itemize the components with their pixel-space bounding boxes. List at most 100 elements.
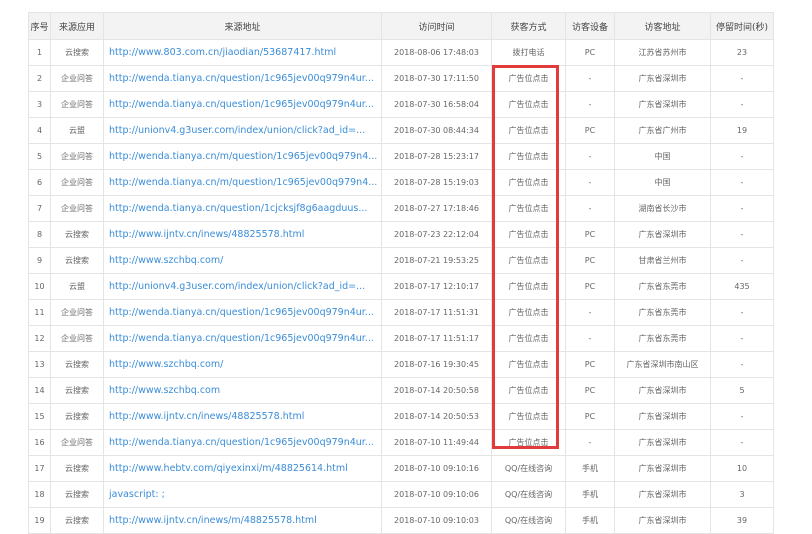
cell-index: 9 (28, 247, 51, 274)
cell-device: - (565, 65, 615, 92)
source-url-link[interactable]: http://www.ijntv.cn/inews/48825578.html (109, 411, 304, 422)
table-row: 12 企业问答 http://wenda.tianya.cn/question/1c… (28, 325, 774, 352)
cell-visitor-address: 广东省深圳市 (614, 455, 711, 482)
visitor-log-table: 序号 来源应用 来源地址 访问时间 获客方式 访客设备 访客地址 停留时间(秒)… (28, 12, 774, 534)
cell-acquisition-method: 广告位点击 (491, 429, 566, 456)
cell-device: PC (565, 39, 615, 66)
table-row: 17 云搜索 http://www.hebtv.com/qiyexinxi/m/48… (28, 455, 774, 482)
cell-visitor-address: 广东省深圳市 (614, 403, 711, 430)
cell-device: PC (565, 351, 615, 378)
cell-stay-time: 3 (710, 481, 774, 508)
cell-source-app: 企业问答 (50, 91, 104, 118)
cell-index: 4 (28, 117, 51, 144)
table-row: 5 企业问答 http://wenda.tianya.cn/m/question/1… (28, 143, 774, 170)
cell-visit-time: 2018-07-28 15:19:03 (381, 169, 492, 196)
cell-source-url: http://wenda.tianya.cn/question/1c965jev… (103, 325, 382, 352)
cell-source-url: http://www.hebtv.com/qiyexinxi/m/4882561… (103, 455, 382, 482)
cell-acquisition-method: 广告位点击 (491, 403, 566, 430)
cell-source-url: http://wenda.tianya.cn/question/1c965jev… (103, 429, 382, 456)
source-url-link[interactable]: http://unionv4.g3user.com/index/union/cl… (109, 125, 365, 136)
source-url-link[interactable]: http://wenda.tianya.cn/question/1cjcksjf… (109, 203, 367, 214)
cell-acquisition-method: QQ/在线咨询 (491, 455, 566, 482)
cell-device: - (565, 429, 615, 456)
cell-stay-time: - (710, 299, 774, 326)
cell-acquisition-method: 广告位点击 (491, 91, 566, 118)
source-url-link[interactable]: http://www.803.com.cn/jiaodian/53687417.… (109, 47, 336, 58)
cell-visit-time: 2018-07-30 08:44:34 (381, 117, 492, 144)
cell-visit-time: 2018-08-06 17:48:03 (381, 39, 492, 66)
cell-stay-time: - (710, 351, 774, 378)
cell-source-url: http://wenda.tianya.cn/question/1cjcksjf… (103, 195, 382, 222)
table-row: 10 云盟 http://unionv4.g3user.com/index/unio… (28, 273, 774, 300)
cell-stay-time: 23 (710, 39, 774, 66)
source-url-link[interactable]: javascript: ; (109, 489, 165, 500)
cell-source-url: http://www.szchbq.com/ (103, 247, 382, 274)
cell-device: - (565, 143, 615, 170)
col-header-stay-time: 停留时间(秒) (710, 12, 774, 40)
cell-acquisition-method: 广告位点击 (491, 351, 566, 378)
cell-visit-time: 2018-07-30 16:58:04 (381, 91, 492, 118)
cell-visit-time: 2018-07-27 17:18:46 (381, 195, 492, 222)
cell-device: - (565, 325, 615, 352)
cell-index: 8 (28, 221, 51, 248)
cell-source-url: http://www.803.com.cn/jiaodian/53687417.… (103, 39, 382, 66)
col-header-source-app: 来源应用 (50, 12, 104, 40)
cell-visitor-address: 广东省深圳市 (614, 429, 711, 456)
cell-acquisition-method: 广告位点击 (491, 143, 566, 170)
cell-acquisition-method: 广告位点击 (491, 299, 566, 326)
source-url-link[interactable]: http://wenda.tianya.cn/m/question/1c965j… (109, 151, 377, 162)
cell-stay-time: - (710, 169, 774, 196)
source-url-link[interactable]: http://www.ijntv.cn/inews/m/48825578.htm… (109, 515, 317, 526)
cell-source-app: 企业问答 (50, 143, 104, 170)
cell-index: 10 (28, 273, 51, 300)
cell-stay-time: 19 (710, 117, 774, 144)
cell-device: PC (565, 377, 615, 404)
cell-device: PC (565, 117, 615, 144)
source-url-link[interactable]: http://wenda.tianya.cn/m/question/1c965j… (109, 177, 377, 188)
source-url-link[interactable]: http://wenda.tianya.cn/question/1c965jev… (109, 307, 374, 318)
cell-device: 手机 (565, 455, 615, 482)
source-url-link[interactable]: http://www.hebtv.com/qiyexinxi/m/4882561… (109, 463, 348, 474)
cell-source-url: http://wenda.tianya.cn/question/1c965jev… (103, 65, 382, 92)
cell-index: 11 (28, 299, 51, 326)
source-url-link[interactable]: http://wenda.tianya.cn/question/1c965jev… (109, 333, 374, 344)
col-header-visit-time: 访问时间 (381, 12, 492, 40)
table-row: 2 企业问答 http://wenda.tianya.cn/question/1c9… (28, 65, 774, 92)
cell-source-url: http://www.szchbq.com/ (103, 351, 382, 378)
cell-visit-time: 2018-07-10 09:10:16 (381, 455, 492, 482)
source-url-link[interactable]: http://www.szchbq.com/ (109, 359, 223, 370)
cell-source-url: http://wenda.tianya.cn/question/1c965jev… (103, 299, 382, 326)
cell-visit-time: 2018-07-28 15:23:17 (381, 143, 492, 170)
cell-acquisition-method: 广告位点击 (491, 221, 566, 248)
cell-index: 14 (28, 377, 51, 404)
cell-source-url: http://unionv4.g3user.com/index/union/cl… (103, 273, 382, 300)
col-header-visitor-address: 访客地址 (614, 12, 711, 40)
cell-visitor-address: 广东省深圳市 (614, 221, 711, 248)
cell-stay-time: - (710, 429, 774, 456)
cell-acquisition-method: 广告位点击 (491, 325, 566, 352)
cell-source-app: 企业问答 (50, 299, 104, 326)
col-header-source-url: 来源地址 (103, 12, 382, 40)
source-url-link[interactable]: http://wenda.tianya.cn/question/1c965jev… (109, 99, 374, 110)
source-url-link[interactable]: http://wenda.tianya.cn/question/1c965jev… (109, 73, 374, 84)
cell-index: 1 (28, 39, 51, 66)
cell-device: 手机 (565, 481, 615, 508)
source-url-link[interactable]: http://www.szchbq.com/ (109, 255, 223, 266)
source-url-link[interactable]: http://unionv4.g3user.com/index/union/cl… (109, 281, 365, 292)
cell-device: - (565, 195, 615, 222)
cell-index: 16 (28, 429, 51, 456)
cell-source-app: 企业问答 (50, 65, 104, 92)
cell-stay-time: - (710, 247, 774, 274)
cell-stay-time: - (710, 403, 774, 430)
cell-acquisition-method: 广告位点击 (491, 377, 566, 404)
cell-source-url: http://unionv4.g3user.com/index/union/cl… (103, 117, 382, 144)
source-url-link[interactable]: http://wenda.tianya.cn/question/1c965jev… (109, 437, 374, 448)
source-url-link[interactable]: http://www.szchbq.com (109, 385, 220, 396)
table-row: 8 云搜索 http://www.ijntv.cn/inews/48825578.h… (28, 221, 774, 248)
cell-source-app: 云盟 (50, 273, 104, 300)
cell-visit-time: 2018-07-16 19:30:45 (381, 351, 492, 378)
source-url-link[interactable]: http://www.ijntv.cn/inews/48825578.html (109, 229, 304, 240)
cell-stay-time: - (710, 65, 774, 92)
cell-visitor-address: 广东省东莞市 (614, 299, 711, 326)
cell-source-app: 云搜索 (50, 455, 104, 482)
